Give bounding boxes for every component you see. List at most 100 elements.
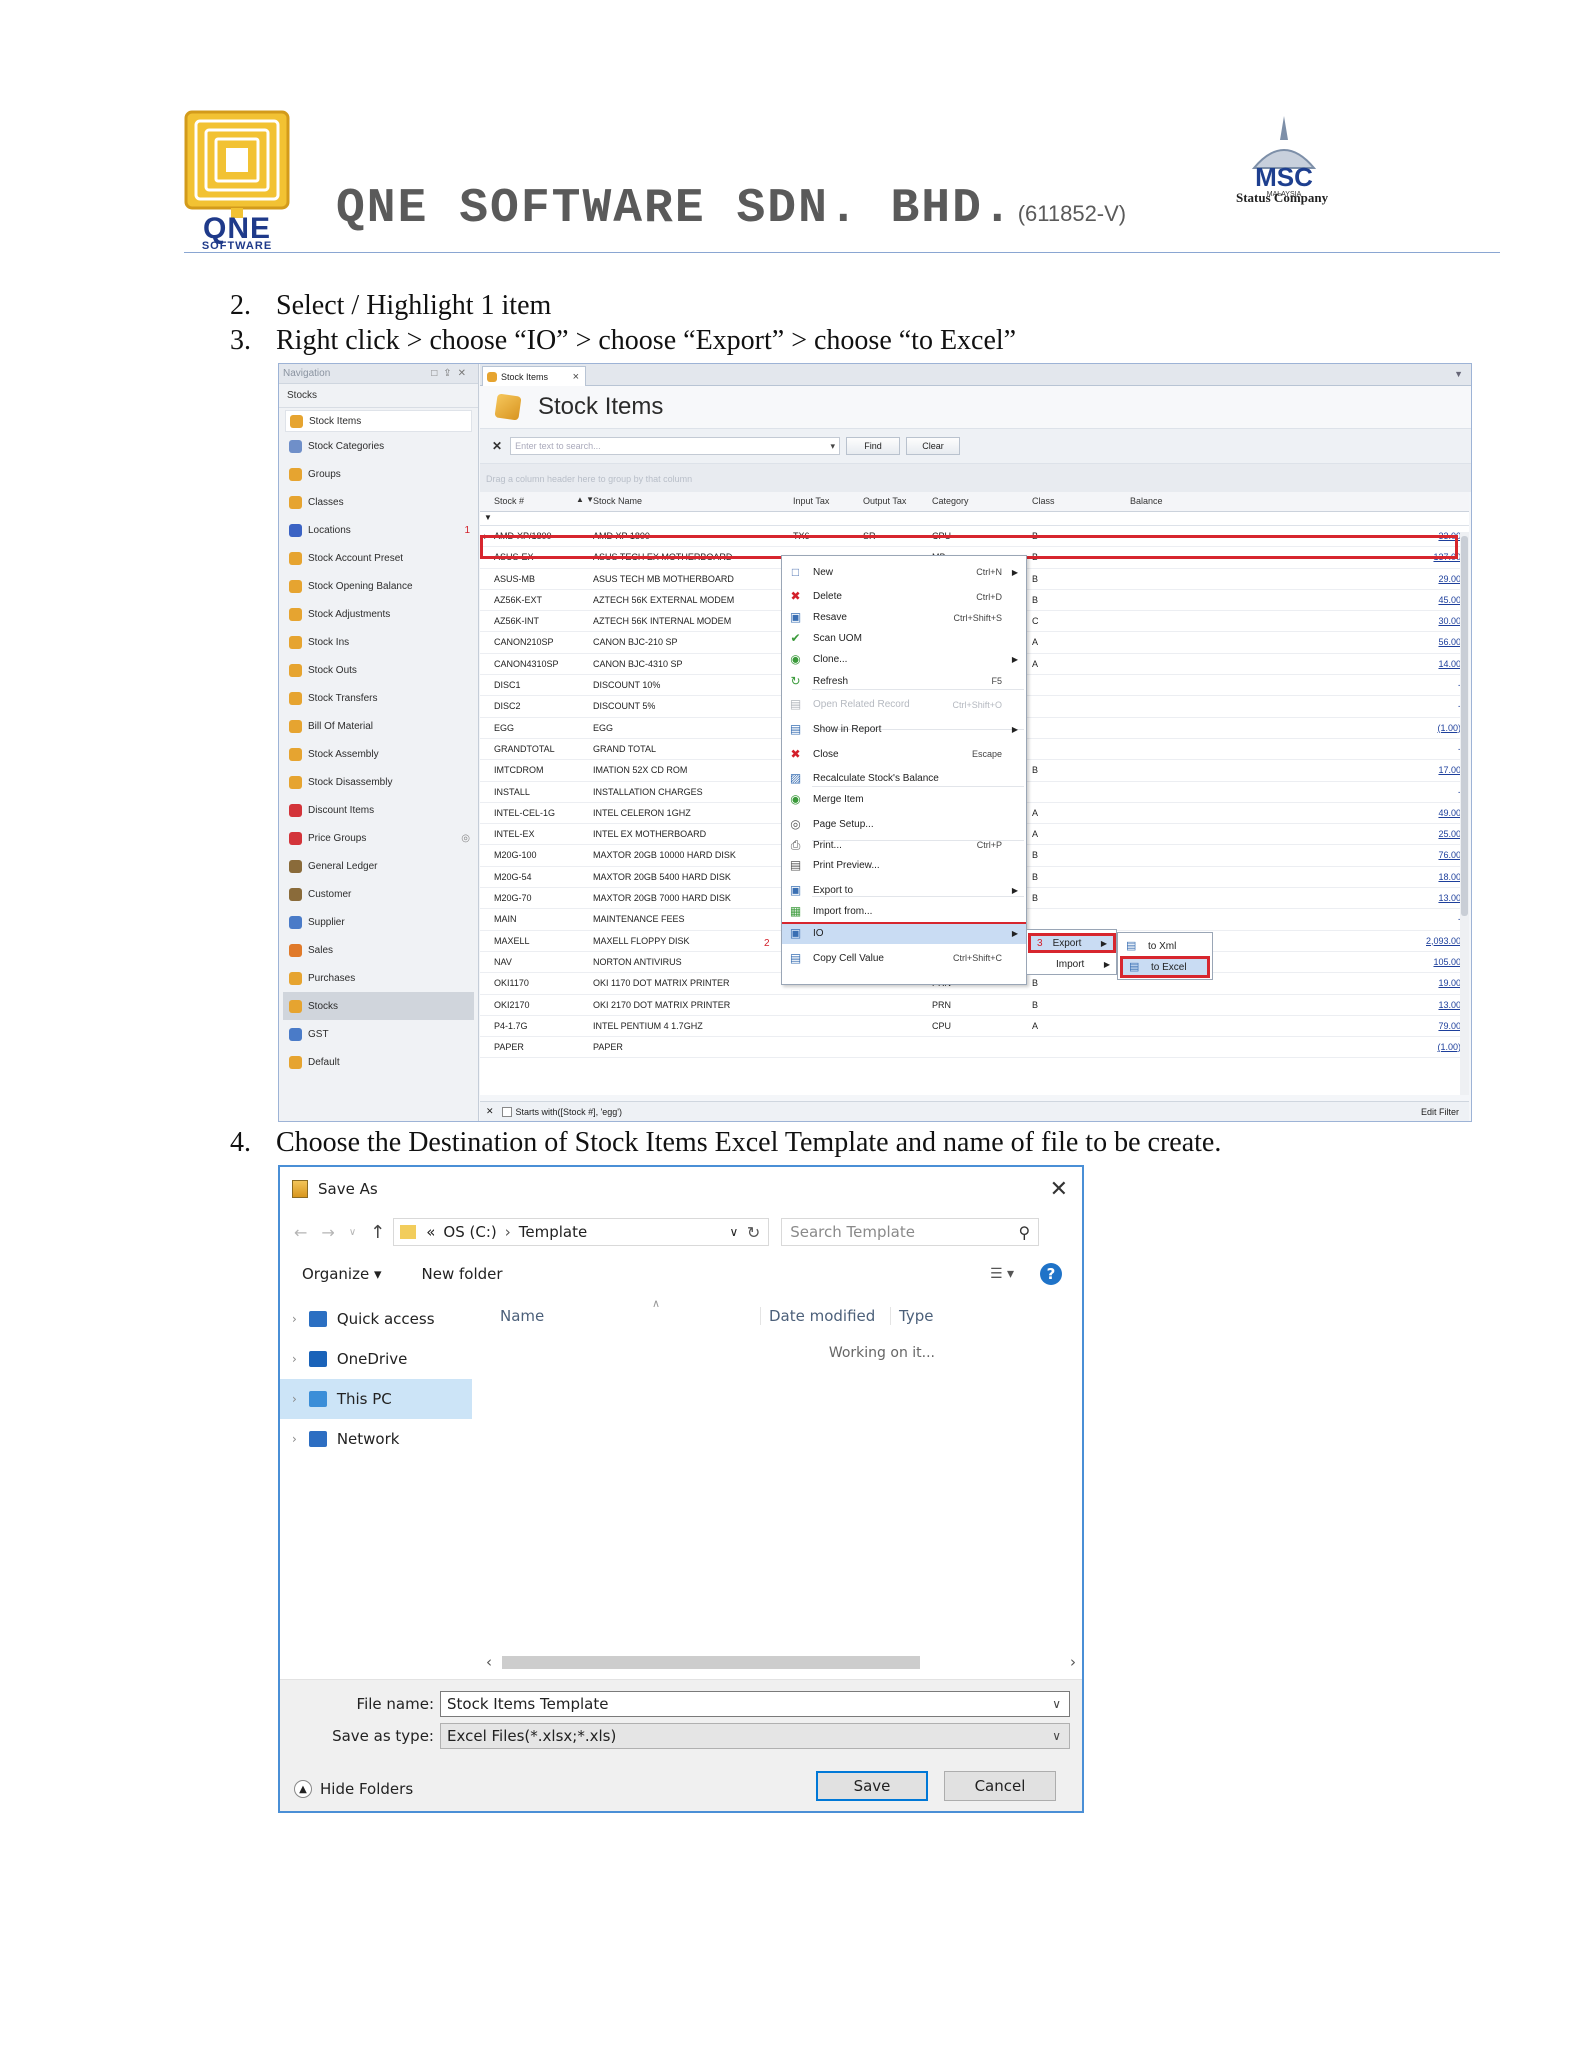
view-options-icon[interactable]: ☰ ▾ (990, 1266, 1014, 1282)
menu-item-page-setup[interactable]: ◎ Page Setup... (782, 814, 1026, 834)
menu-item-print-preview[interactable]: ▤ Print Preview... (782, 856, 1026, 876)
chevron-down-icon[interactable]: ∨ (1052, 1729, 1061, 1743)
column-header-input-tax[interactable]: Input Tax (793, 496, 859, 506)
tree-item-onedrive[interactable]: › OneDrive (280, 1339, 480, 1379)
nav-item-bill-of-material[interactable]: Bill Of Material (279, 712, 478, 740)
table-row[interactable]: P4-1.7G INTEL PENTIUM 4 1.7GHZ CPU A 79.00 (480, 1016, 1469, 1038)
refresh-icon[interactable]: ↻ (747, 1223, 760, 1242)
tree-item-quick-access[interactable]: › Quick access (280, 1299, 480, 1339)
table-row[interactable]: ▸ AMD-XP/1800 AMD XP 1800 TX6 SR CPU B 33.00 (480, 526, 1469, 548)
filter-checkbox[interactable] (501, 1106, 512, 1117)
nav-item-stock-transfers[interactable]: Stock Transfers (279, 684, 478, 712)
nav-item-classes[interactable]: Classes (279, 488, 478, 516)
tab-stock-items[interactable]: Stock Items × (482, 366, 586, 386)
nav-item-stock-outs[interactable]: Stock Outs (279, 656, 478, 684)
scroll-left-icon[interactable]: ‹ (486, 1653, 492, 1671)
nav-item-discount-items[interactable]: Discount Items (279, 796, 478, 824)
menu-item-merge-item[interactable]: ◉ Merge Item (782, 790, 1026, 810)
menu-item-copy-cell-value[interactable]: ▤ Copy Cell Value Ctrl+Shift+C (782, 948, 1026, 968)
menu-item-close[interactable]: ✖ Close Escape (782, 744, 1026, 764)
address-bar[interactable]: « OS (C:) › Template ∨ ↻ (393, 1218, 770, 1246)
cancel-button[interactable]: Cancel (944, 1771, 1056, 1801)
clear-button[interactable]: Clear (906, 437, 961, 455)
column-name[interactable]: Name (500, 1307, 760, 1325)
sort-icon[interactable]: ▲ ▼ (576, 495, 594, 504)
collapse-icon[interactable]: ◎ (461, 833, 470, 844)
dropdown-arrow-icon[interactable]: ▾ (831, 441, 836, 452)
column-header-balance[interactable]: Balance (1130, 496, 1163, 506)
menu-item-recalculate-stock-s-balance[interactable]: ▨ Recalculate Stock's Balance (782, 769, 1026, 789)
chevron-down-icon[interactable]: ∨ (1052, 1697, 1061, 1711)
menu-item-print[interactable]: ⎙ Print... Ctrl+P (782, 835, 1026, 855)
close-icon[interactable]: ✕ (492, 439, 502, 453)
edit-filter-button[interactable]: Edit Filter (1421, 1107, 1459, 1117)
table-row[interactable]: OKI2170 OKI 2170 DOT MATRIX PRINTER PRN B 13… (480, 995, 1469, 1016)
menu-item-io[interactable]: ▣ IO ▶ (782, 923, 1026, 944)
chevron-down-icon[interactable]: ▼ (1454, 369, 1463, 379)
search-input[interactable]: Enter text to search... ▾ (510, 437, 841, 455)
nav-item-stocks[interactable]: Stocks (283, 992, 474, 1020)
nav-item-stock-adjustments[interactable]: Stock Adjustments (279, 600, 478, 628)
nav-item-stock-disassembly[interactable]: Stock Disassembly (279, 768, 478, 796)
breadcrumb-folder[interactable]: Template (519, 1223, 587, 1241)
menu-item-show-in-report[interactable]: ▤ Show in Report ▶ (782, 719, 1026, 739)
chevron-right-icon[interactable]: › (292, 1432, 297, 1446)
filter-icon[interactable]: ▼ (484, 513, 492, 522)
find-button[interactable]: Find (846, 437, 901, 455)
filter-row[interactable]: ▼ (480, 512, 1469, 526)
column-header-output-tax[interactable]: Output Tax (863, 496, 929, 506)
close-icon[interactable]: ✕ (1050, 1177, 1068, 1202)
nav-item-groups[interactable]: Groups (279, 460, 478, 488)
save-button[interactable]: Save (816, 1771, 928, 1801)
menu-item-clone[interactable]: ◉ Clone... ▶ (782, 649, 1026, 669)
recent-dropdown-icon[interactable]: ∨ (349, 1227, 356, 1238)
nav-item-stock-opening-balance[interactable]: Stock Opening Balance (279, 572, 478, 600)
nav-item-stock-items[interactable]: Stock Items (285, 410, 472, 432)
menu-item-export-to[interactable]: ▣ Export to ▶ (782, 881, 1026, 901)
search-input[interactable]: Search Template ⚲ (781, 1218, 1040, 1246)
nav-item-locations[interactable]: Locations 1 (279, 516, 478, 544)
tree-item-network[interactable]: › Network (280, 1419, 480, 1459)
pin-close-icons[interactable]: □⇪✕ (431, 368, 472, 379)
column-header-class[interactable]: Class (1032, 496, 1128, 506)
new-folder-button[interactable]: New folder (422, 1265, 503, 1283)
scrollbar-thumb[interactable] (1461, 536, 1468, 916)
breadcrumb-drive[interactable]: OS (C:) (443, 1223, 496, 1241)
column-type[interactable]: Type (890, 1307, 933, 1325)
menu-item-resave[interactable]: ▣ Resave Ctrl+Shift+S (782, 608, 1026, 628)
hide-folders-toggle[interactable]: ▲ Hide Folders (294, 1780, 413, 1798)
menu-item-import-from[interactable]: ▦ Import from... (782, 901, 1026, 921)
forward-arrow-icon[interactable]: → (321, 1223, 334, 1242)
grid-vertical-scrollbar[interactable] (1460, 532, 1469, 1095)
column-header-stock-name[interactable]: Stock Name (593, 496, 791, 506)
nav-item-default[interactable]: Default (279, 1048, 478, 1076)
table-row[interactable]: PAPER PAPER (1.00) (480, 1037, 1469, 1059)
nav-item-stock-ins[interactable]: Stock Ins (279, 628, 478, 656)
nav-item-general-ledger[interactable]: General Ledger (279, 852, 478, 880)
nav-item-stock-categories[interactable]: Stock Categories (279, 432, 478, 460)
nav-item-gst[interactable]: GST (279, 1020, 478, 1048)
nav-item-sales[interactable]: Sales (279, 936, 478, 964)
scroll-right-icon[interactable]: › (1070, 1653, 1076, 1671)
nav-item-purchases[interactable]: Purchases (279, 964, 478, 992)
nav-item-customer[interactable]: Customer (279, 880, 478, 908)
menu-item-refresh[interactable]: ↻ Refresh F5 (782, 671, 1026, 691)
menu-item-delete[interactable]: ✖ Delete Ctrl+D (782, 587, 1026, 607)
back-arrow-icon[interactable]: ← (294, 1223, 307, 1242)
chevron-right-icon[interactable]: › (292, 1392, 297, 1406)
file-name-field[interactable]: Stock Items Template ∨ (440, 1691, 1070, 1717)
help-icon[interactable]: ? (1040, 1263, 1062, 1285)
menu-item-to-xml[interactable]: ▤ to Xml (1120, 936, 1210, 956)
nav-item-stock-assembly[interactable]: Stock Assembly (279, 740, 478, 768)
address-overflow[interactable]: « (426, 1223, 435, 1241)
organize-button[interactable]: Organize ▾ (302, 1265, 382, 1283)
menu-item-new[interactable]: □ New Ctrl+N ▶ (782, 562, 1026, 582)
column-date-modified[interactable]: Date modified (760, 1307, 890, 1325)
nav-item-stock-account-preset[interactable]: Stock Account Preset (279, 544, 478, 572)
chevron-right-icon[interactable]: › (292, 1352, 297, 1366)
up-arrow-icon[interactable]: ↑ (370, 1222, 385, 1243)
chevron-right-icon[interactable]: › (292, 1312, 297, 1326)
save-type-select[interactable]: Excel Files(*.xlsx;*.xls) ∨ (440, 1723, 1070, 1749)
tree-item-this-pc[interactable]: › This PC (280, 1379, 472, 1419)
nav-item-supplier[interactable]: Supplier (279, 908, 478, 936)
